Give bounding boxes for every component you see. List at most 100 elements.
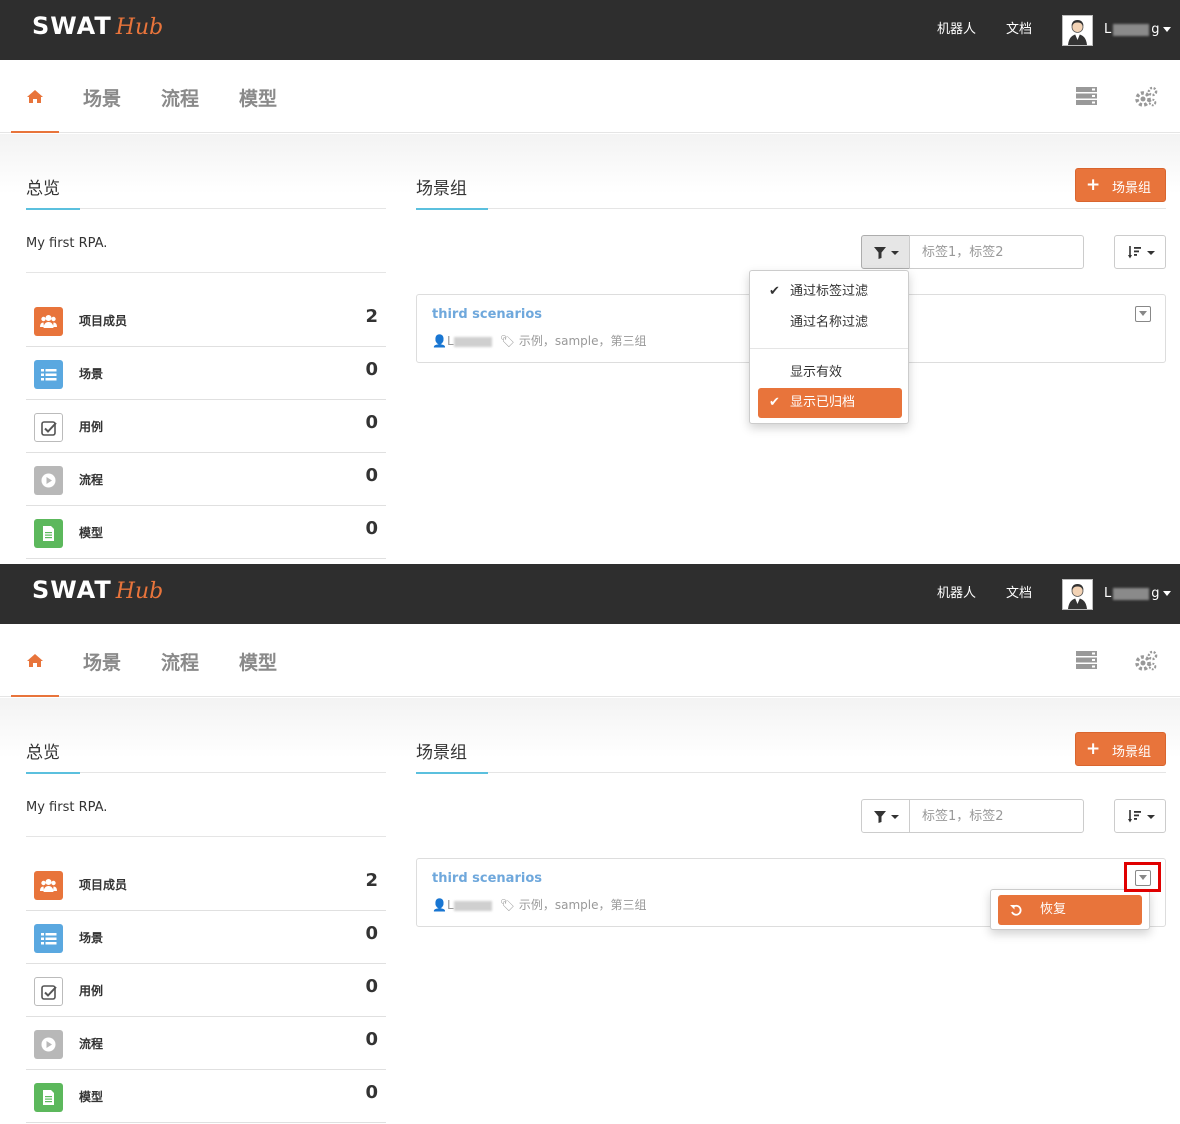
content-background: [0, 134, 1180, 194]
stat-scenarios[interactable]: 场景 0: [26, 911, 386, 964]
gear-icon[interactable]: [1134, 86, 1158, 108]
scenario-title-link[interactable]: third scenarios: [432, 307, 542, 322]
tab-home[interactable]: [11, 624, 59, 697]
users-icon: [34, 307, 63, 336]
tab-scenarios[interactable]: 场景: [83, 84, 121, 111]
gear-icon[interactable]: [1134, 650, 1158, 672]
stat-value: 0: [365, 976, 378, 997]
screenshot-panel-1: SWAT Hub 机器人 文档 Lg 场景 流程 模型 总览 My first …: [0, 0, 1180, 560]
stat-value: 0: [365, 518, 378, 539]
scenario-tags: 示例，sample，第三组: [518, 898, 647, 912]
checkbox-icon: [34, 977, 63, 1006]
tab-flows[interactable]: 流程: [161, 84, 199, 111]
owner-redacted: [453, 336, 492, 347]
logo-sub: Hub: [115, 15, 164, 40]
stat-cases[interactable]: 用例 0: [26, 964, 386, 1017]
owner-prefix: L: [446, 898, 454, 912]
tab-models[interactable]: 模型: [239, 84, 277, 111]
logo-main: SWAT: [32, 12, 112, 40]
nav-robot-link[interactable]: 机器人: [937, 564, 976, 624]
avatar[interactable]: [1062, 15, 1093, 46]
stat-scenarios[interactable]: 场景 0: [26, 347, 386, 400]
list-icon: [34, 360, 63, 389]
users-icon: [34, 871, 63, 900]
stat-value: 0: [365, 923, 378, 944]
menu-item-filter-by-name[interactable]: 通过名称过滤: [758, 308, 902, 338]
card-toggle-button[interactable]: [1135, 306, 1151, 322]
list-icon: [34, 924, 63, 953]
menu-item-show-archived[interactable]: ✔ 显示已归档: [758, 388, 902, 418]
stat-flows[interactable]: 流程 0: [26, 1017, 386, 1070]
undo-icon: [1010, 904, 1022, 916]
stat-label: 流程: [79, 473, 104, 487]
stat-value: 0: [365, 1029, 378, 1050]
username-prefix: L: [1104, 586, 1112, 601]
nav-docs-link[interactable]: 文档: [1006, 564, 1032, 624]
filter-button[interactable]: [861, 799, 910, 833]
stat-models[interactable]: 模型 0: [26, 1070, 386, 1123]
overview-divider: [26, 208, 386, 210]
swat-hub-logo[interactable]: SWAT Hub: [32, 12, 163, 46]
play-icon: [34, 466, 63, 495]
overview-title: 总览: [26, 743, 60, 763]
user-icon: 👤: [432, 898, 447, 912]
scenario-title-link[interactable]: third scenarios: [432, 871, 542, 886]
document-icon: [34, 1083, 63, 1112]
filter-dropdown-menu: ✔ 通过标签过滤 通过名称过滤 显示有效 ✔ 显示已归档: [749, 270, 909, 424]
user-menu[interactable]: Lg: [1104, 564, 1171, 624]
user-menu[interactable]: Lg: [1104, 0, 1171, 60]
menu-item-show-active[interactable]: 显示有效: [758, 358, 902, 388]
play-icon: [34, 1030, 63, 1059]
add-scenario-group-button[interactable]: + 场景组: [1075, 168, 1166, 202]
username-suffix: g: [1151, 22, 1160, 37]
top-bar: SWAT Hub 机器人 文档 Lg: [0, 0, 1180, 60]
scenario-meta: 👤L 🏷 示例，sample，第三组: [432, 332, 647, 349]
document-icon: [34, 519, 63, 548]
add-button-label: 场景组: [1112, 181, 1152, 196]
tab-scenarios[interactable]: 场景: [83, 648, 121, 675]
stat-label: 模型: [79, 1090, 104, 1104]
stat-flows[interactable]: 流程 0: [26, 453, 386, 506]
sort-button[interactable]: [1114, 235, 1166, 269]
server-icon[interactable]: [1076, 651, 1097, 669]
chevron-down-icon: [891, 251, 899, 255]
stat-label: 用例: [79, 420, 104, 434]
scenario-group-title: 场景组: [416, 743, 467, 763]
overview-title: 总览: [26, 179, 60, 199]
restore-label: 恢复: [1040, 902, 1067, 917]
tag-filter-input[interactable]: [909, 235, 1084, 269]
nav-robot-link[interactable]: 机器人: [937, 0, 976, 60]
nav-docs-link[interactable]: 文档: [1006, 0, 1032, 60]
scenario-meta: 👤L 🏷 示例，sample，第三组: [432, 896, 647, 913]
stat-members[interactable]: 项目成员 2: [26, 294, 386, 347]
menu-item-filter-by-tag[interactable]: ✔ 通过标签过滤: [758, 277, 902, 307]
add-scenario-group-button[interactable]: + 场景组: [1075, 732, 1166, 766]
filter-button[interactable]: [861, 235, 910, 269]
sort-button[interactable]: [1114, 799, 1166, 833]
stat-models[interactable]: 模型 0: [26, 506, 386, 559]
project-description: My first RPA.: [26, 800, 108, 815]
tag-filter-input[interactable]: [909, 799, 1084, 833]
stat-label: 流程: [79, 1037, 104, 1051]
stat-members[interactable]: 项目成员 2: [26, 858, 386, 911]
username-prefix: L: [1104, 22, 1112, 37]
check-icon: ✔: [769, 395, 780, 410]
server-icon[interactable]: [1076, 87, 1097, 105]
add-button-label: 场景组: [1112, 745, 1152, 760]
avatar[interactable]: [1062, 579, 1093, 610]
stat-value: 0: [365, 1082, 378, 1103]
tab-models[interactable]: 模型: [239, 648, 277, 675]
stat-cases[interactable]: 用例 0: [26, 400, 386, 453]
swat-hub-logo[interactable]: SWAT Hub: [32, 576, 163, 610]
scenario-group-title: 场景组: [416, 179, 467, 199]
menu-item-label: 显示已归档: [790, 395, 856, 410]
user-icon: 👤: [432, 334, 447, 348]
tab-flows[interactable]: 流程: [161, 648, 199, 675]
menu-item-restore[interactable]: 恢复: [998, 895, 1142, 925]
scenario-tags: 示例，sample，第三组: [518, 334, 647, 348]
tab-home[interactable]: [11, 60, 59, 133]
stat-value: 2: [365, 306, 378, 327]
plus-icon: +: [1086, 739, 1101, 759]
overview-divider: [26, 772, 386, 774]
username-redacted: [1113, 23, 1150, 36]
